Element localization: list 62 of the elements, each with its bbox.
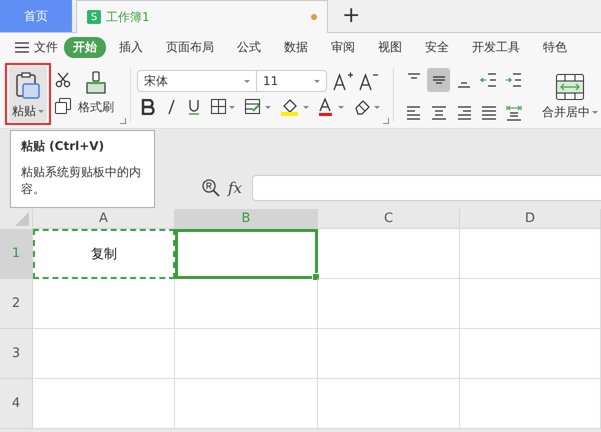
- dialog-launcher-icon[interactable]: [120, 118, 126, 124]
- borders-icon[interactable]: [211, 99, 235, 115]
- caret-icon: [244, 80, 250, 82]
- paste-button[interactable]: 粘贴: [9, 66, 47, 122]
- decrease-font-icon[interactable]: [359, 71, 379, 91]
- align-outdent-icon: [480, 71, 498, 89]
- menu-tab[interactable]: 审阅: [321, 37, 365, 58]
- caret-icon: [38, 110, 44, 113]
- underline-icon[interactable]: [187, 99, 201, 115]
- align-center-icon: [430, 104, 448, 122]
- merge-center-button[interactable]: 合并居中: [539, 68, 601, 128]
- column-header[interactable]: D: [460, 209, 601, 229]
- menu-tab[interactable]: 公式: [227, 37, 271, 58]
- function-button[interactable]: fx: [228, 178, 242, 196]
- menu-tab[interactable]: 特色: [533, 37, 577, 58]
- zoom-icon[interactable]: [202, 178, 220, 196]
- row-header[interactable]: 3: [0, 329, 33, 379]
- align-justify-icon: [480, 104, 498, 122]
- menu-tab[interactable]: 页面布局: [156, 37, 224, 58]
- align-middle-button[interactable]: [427, 68, 450, 92]
- font-size-dropdown[interactable]: 11: [257, 70, 327, 92]
- fill-handle[interactable]: [312, 273, 320, 281]
- align-distribute-icon: [504, 104, 522, 122]
- align-top-icon: [406, 73, 420, 79]
- dialog-launcher-icon[interactable]: [383, 118, 389, 124]
- menu-tab[interactable]: 插入: [109, 37, 153, 58]
- scissors-icon[interactable]: [55, 72, 71, 88]
- align-indent-icon: [504, 71, 522, 89]
- menu-tab[interactable]: 安全: [415, 37, 459, 58]
- copy-icon[interactable]: [55, 98, 71, 114]
- font-dropdown[interactable]: 宋体: [137, 70, 257, 92]
- row-header[interactable]: 4: [0, 379, 33, 429]
- menu-tab[interactable]: 数据: [274, 37, 318, 58]
- tab-label: 工作簿1: [106, 8, 151, 26]
- bold-icon[interactable]: [141, 99, 155, 115]
- tooltip-title: 粘贴 (Ctrl+V): [21, 138, 106, 155]
- tooltip-text: 粘贴系统剪贴板中的内容。: [21, 164, 142, 198]
- column-header[interactable]: C: [318, 209, 460, 229]
- eraser-icon[interactable]: [355, 99, 381, 115]
- caret-icon: [592, 111, 598, 114]
- formula-input-field[interactable]: [252, 174, 601, 200]
- align-left-icon: [404, 104, 422, 122]
- merge-cells-icon: [556, 74, 584, 100]
- row-header[interactable]: 2: [0, 279, 33, 329]
- table-cell[interactable]: 复制: [33, 229, 175, 279]
- menu-icon: [15, 42, 29, 53]
- increase-font-icon[interactable]: [333, 71, 353, 91]
- conditional-format-icon[interactable]: [245, 99, 271, 115]
- format-painter-button[interactable]: 格式刷: [78, 62, 114, 128]
- clipboard-icon: [15, 72, 41, 100]
- fill-color-icon[interactable]: [281, 98, 309, 116]
- new-tab-button[interactable]: +: [342, 5, 360, 27]
- menu-tab[interactable]: 视图: [368, 37, 412, 58]
- menu-tab[interactable]: 开发工具: [462, 37, 530, 58]
- font-color-icon[interactable]: [319, 98, 345, 116]
- column-header[interactable]: A: [33, 209, 175, 229]
- spreadsheet-icon: S: [87, 10, 101, 24]
- table-cell[interactable]: [175, 229, 318, 279]
- align-bottom-icon: [456, 82, 470, 88]
- file-menu[interactable]: 文件: [15, 39, 58, 56]
- caret-icon: [314, 80, 320, 82]
- brush-icon: [85, 71, 107, 95]
